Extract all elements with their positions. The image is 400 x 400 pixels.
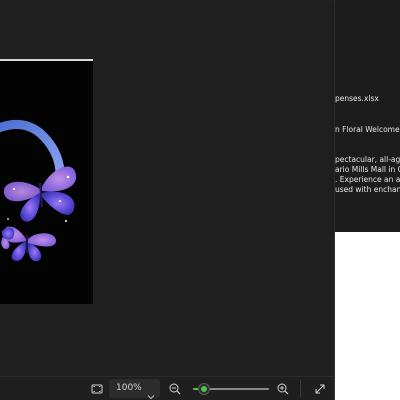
- displayed-image: [0, 59, 93, 304]
- chevron-down-icon: [147, 385, 155, 400]
- fit-to-window-icon[interactable]: [90, 382, 104, 396]
- screen: 100% penses.xlsx n Floral Welcome pectac…: [0, 0, 400, 400]
- list-item[interactable]: used with enchan.pd: [335, 185, 400, 194]
- background-window: [335, 232, 400, 400]
- list-item: pectacular, all-ages w: [335, 155, 400, 164]
- image-canvas[interactable]: [0, 0, 334, 377]
- list-item[interactable]: penses.xlsx: [335, 94, 379, 103]
- recent-files-panel: penses.xlsx n Floral Welcome Oc pectacul…: [335, 0, 400, 232]
- zoom-level-dropdown[interactable]: 100%: [109, 379, 160, 400]
- zoom-out-icon[interactable]: [168, 382, 182, 396]
- viewer-toolbar: 100%: [0, 376, 334, 400]
- list-item: ario Mills Mall in Ont: [335, 165, 400, 174]
- photo-viewer-window: 100%: [0, 0, 335, 400]
- fullscreen-icon[interactable]: [313, 382, 327, 396]
- zoom-in-icon[interactable]: [276, 382, 290, 396]
- list-item[interactable]: n Floral Welcome Oc: [335, 125, 400, 134]
- toolbar-divider: [300, 380, 301, 397]
- zoom-value: 100%: [116, 383, 142, 393]
- zoom-slider[interactable]: [193, 383, 269, 395]
- list-item: . Experience an all-ne: [335, 175, 400, 184]
- zoom-slider-thumb[interactable]: [198, 383, 211, 395]
- butterfly-artwork: [0, 61, 93, 304]
